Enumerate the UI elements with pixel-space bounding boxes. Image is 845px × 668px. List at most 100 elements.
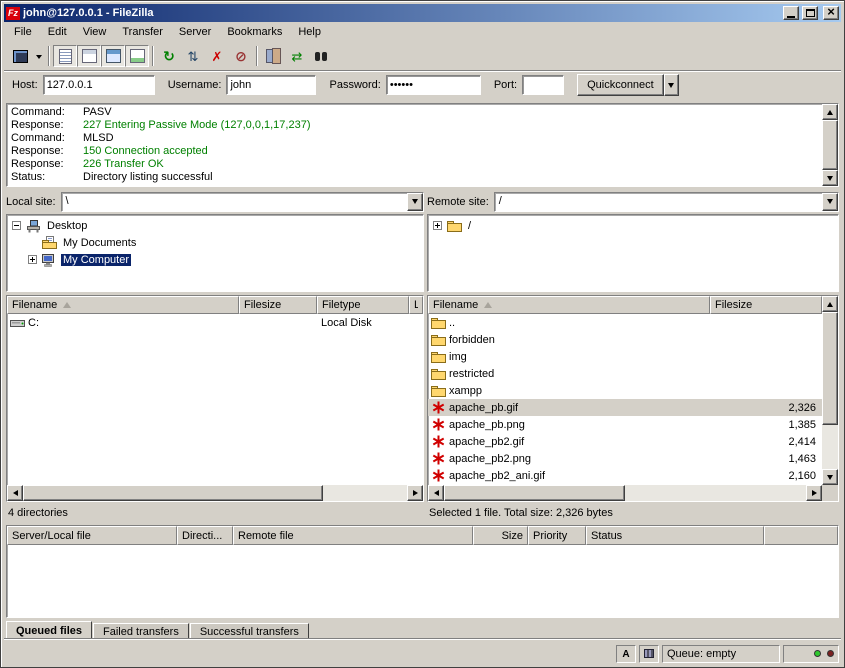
scroll-left-button[interactable] <box>428 485 444 501</box>
cancel-button[interactable] <box>205 45 229 67</box>
file-row[interactable]: apache_pb2_ani.gif2,160 <box>428 467 822 484</box>
site-manager-dropdown-button[interactable] <box>32 45 45 67</box>
scrollbar-thumb[interactable] <box>444 485 625 501</box>
local-site-dropdown-button[interactable] <box>407 193 423 211</box>
file-row[interactable]: C:Local Disk <box>7 314 423 331</box>
queue-column-size[interactable]: Size <box>473 526 528 545</box>
toggle-local-tree-button[interactable] <box>77 45 101 67</box>
find-files-button[interactable] <box>309 45 333 67</box>
scrollbar-track[interactable] <box>444 485 806 501</box>
tab-failed-transfers[interactable]: Failed transfers <box>93 623 189 640</box>
remote-horizontal-scrollbar[interactable] <box>428 485 822 501</box>
scrollbar-track[interactable] <box>822 120 838 170</box>
file-row[interactable]: apache_pb.gif2,326 <box>428 399 822 416</box>
column-header-filesize[interactable]: Filesize <box>710 296 822 314</box>
remote-site-dropdown-button[interactable] <box>822 193 838 211</box>
quickconnect-button[interactable]: Quickconnect <box>577 74 664 96</box>
column-header-filetype[interactable]: Filetype <box>317 296 409 314</box>
queue-column-directi[interactable]: Directi... <box>177 526 233 545</box>
toolbar-separator <box>256 46 258 66</box>
menu-item-transfer[interactable]: Transfer <box>114 22 171 42</box>
toggle-transfer-queue-button[interactable] <box>125 45 149 67</box>
disconnect-button[interactable] <box>229 45 253 67</box>
site-manager-button[interactable] <box>8 45 32 67</box>
host-input[interactable] <box>43 75 155 95</box>
tab-queued-files[interactable]: Queued files <box>6 621 92 640</box>
file-row[interactable]: xampp <box>428 382 822 399</box>
file-name: apache_pb2.gif <box>449 436 524 448</box>
scrollbar-thumb[interactable] <box>822 312 838 425</box>
scrollbar-track[interactable] <box>822 312 838 469</box>
quickconnect-dropdown-button[interactable] <box>664 74 679 96</box>
file-row[interactable]: apache_pb.png1,385 <box>428 416 822 433</box>
file-row[interactable]: forbidden <box>428 331 822 348</box>
sort-ascending-icon <box>484 302 492 308</box>
collapse-icon[interactable] <box>12 221 21 230</box>
column-header-filename[interactable]: Filename <box>428 296 710 314</box>
file-row[interactable]: .. <box>428 314 822 331</box>
queue-column-remote-file[interactable]: Remote file <box>233 526 473 545</box>
close-button[interactable] <box>823 6 839 20</box>
scrollbar-track[interactable] <box>23 485 407 501</box>
password-input[interactable] <box>386 75 481 95</box>
refresh-button[interactable] <box>157 45 181 67</box>
queue-column-status[interactable]: Status <box>586 526 764 545</box>
remote-list-body[interactable]: .. forbidden imgrestrictedxamppapache_pb.g… <box>428 314 822 485</box>
scroll-down-button[interactable] <box>822 170 838 186</box>
remote-site-combo[interactable]: / <box>494 192 839 212</box>
local-tree[interactable]: DesktopMy DocumentsMy Computer <box>6 214 424 292</box>
remote-vertical-scrollbar[interactable] <box>822 296 838 485</box>
menu-item-edit[interactable]: Edit <box>40 22 75 42</box>
transfer-mode-indicator <box>616 645 636 663</box>
toggle-remote-tree-button[interactable] <box>101 45 125 67</box>
file-row[interactable]: img <box>428 348 822 365</box>
column-header-filesize[interactable]: Filesize <box>239 296 317 314</box>
file-name: forbidden <box>449 334 495 346</box>
scrollbar-thumb[interactable] <box>23 485 323 501</box>
scroll-up-button[interactable] <box>822 296 838 312</box>
maximize-button[interactable] <box>802 6 818 20</box>
scrollbar-thumb[interactable] <box>822 120 838 170</box>
menu-item-file[interactable]: File <box>6 22 40 42</box>
scroll-left-button[interactable] <box>7 485 23 501</box>
scroll-right-button[interactable] <box>806 485 822 501</box>
process-queue-button[interactable] <box>181 45 205 67</box>
column-header-filename[interactable]: Filename <box>7 296 239 314</box>
expand-icon[interactable] <box>433 221 442 230</box>
file-row[interactable]: apache_pb2.png1,463 <box>428 450 822 467</box>
file-row[interactable]: restricted <box>428 365 822 382</box>
toggle-message-log-button[interactable] <box>53 45 77 67</box>
expand-icon[interactable] <box>28 255 37 264</box>
scroll-up-button[interactable] <box>822 104 838 120</box>
local-hscroll-row <box>7 485 423 501</box>
tree-item[interactable]: My Computer <box>8 251 422 268</box>
log-scrollbar[interactable] <box>822 104 838 186</box>
port-input[interactable] <box>522 75 564 95</box>
local-horizontal-scrollbar[interactable] <box>7 485 423 501</box>
synchronized-browsing-button[interactable] <box>285 45 309 67</box>
desktop-icon <box>25 219 41 233</box>
tree-item[interactable]: Desktop <box>8 217 422 234</box>
toolbar <box>4 42 841 70</box>
tree-item[interactable]: / <box>429 217 837 234</box>
file-row[interactable]: apache_pb2.gif2,414 <box>428 433 822 450</box>
local-list-body[interactable]: C:Local Disk <box>7 314 423 485</box>
directory-comparison-button[interactable] <box>261 45 285 67</box>
tab-successful-transfers[interactable]: Successful transfers <box>190 623 309 640</box>
menu-item-server[interactable]: Server <box>171 22 219 42</box>
scroll-down-button[interactable] <box>822 469 838 485</box>
queue-body[interactable] <box>7 545 838 617</box>
column-header-l[interactable]: L <box>409 296 423 314</box>
tree-item[interactable]: My Documents <box>8 234 422 251</box>
menu-item-help[interactable]: Help <box>290 22 329 42</box>
remote-tree[interactable]: / <box>427 214 839 292</box>
menu-item-bookmarks[interactable]: Bookmarks <box>219 22 290 42</box>
scroll-right-button[interactable] <box>407 485 423 501</box>
message-log-lines[interactable]: Command:PASVResponse:227 Entering Passiv… <box>7 104 822 186</box>
username-input[interactable] <box>226 75 316 95</box>
menu-item-view[interactable]: View <box>75 22 115 42</box>
minimize-button[interactable] <box>783 6 799 20</box>
queue-column-server-local-file[interactable]: Server/Local file <box>7 526 177 545</box>
local-site-combo[interactable]: \ <box>61 192 424 212</box>
queue-column-priority[interactable]: Priority <box>528 526 586 545</box>
